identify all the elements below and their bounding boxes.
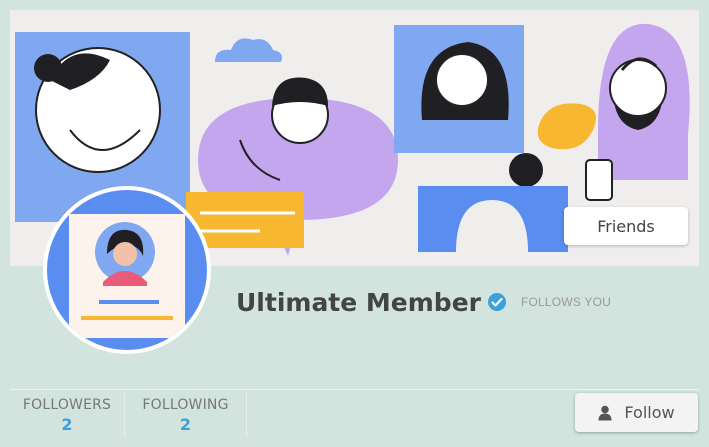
following-stat[interactable]: FOLLOWING 2 (125, 393, 247, 437)
followers-label: FOLLOWERS (22, 397, 112, 413)
follows-you-badge: FOLLOWS YOU (520, 295, 611, 309)
friends-button-label: Friends (597, 216, 655, 236)
user-icon (598, 405, 612, 421)
follow-button[interactable]: Follow (575, 393, 698, 432)
following-count[interactable]: 2 (125, 415, 246, 434)
verified-check-icon (487, 292, 507, 312)
follow-button-label: Follow (624, 403, 675, 422)
avatar-image (47, 190, 207, 350)
following-label: FOLLOWING (142, 397, 229, 413)
stats-divider (10, 389, 699, 390)
followers-stat[interactable]: FOLLOWERS 2 (10, 393, 125, 437)
profile-header: Ultimate Member FOLLOWS YOU (236, 284, 611, 320)
followers-count[interactable]: 2 (10, 415, 124, 434)
profile-name[interactable]: Ultimate Member (236, 288, 481, 317)
friends-button[interactable]: Friends (564, 207, 688, 245)
avatar[interactable] (43, 186, 211, 354)
